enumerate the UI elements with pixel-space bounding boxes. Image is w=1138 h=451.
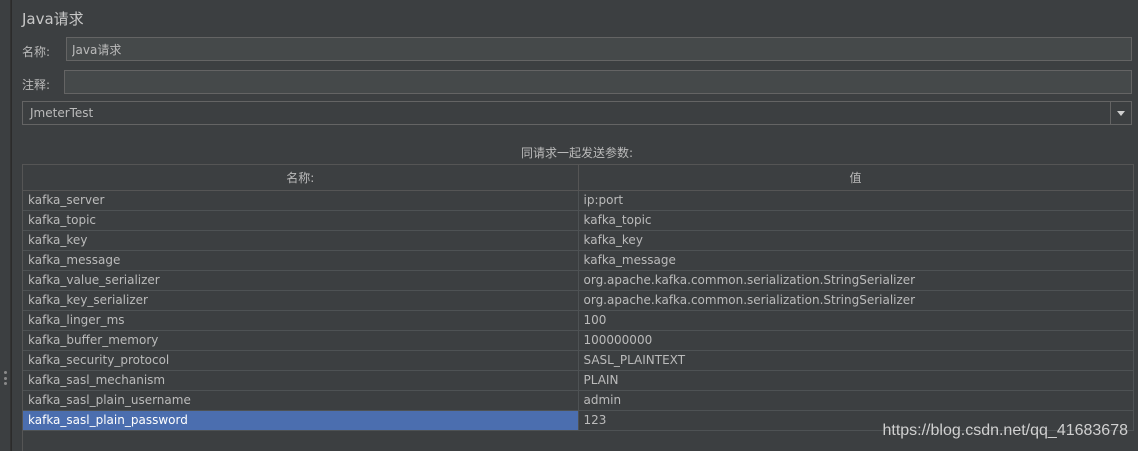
param-name-cell[interactable]: kafka_sasl_plain_password: [23, 410, 579, 431]
table-row[interactable]: kafka_topic kafka_topic: [23, 210, 1134, 231]
drag-handle-icon[interactable]: [4, 371, 7, 385]
param-name-cell[interactable]: kafka_message: [23, 250, 579, 271]
name-label: 名称:: [22, 45, 51, 59]
param-value-cell[interactable]: kafka_key: [578, 230, 1134, 251]
param-value-cell[interactable]: 100: [578, 310, 1134, 331]
param-name-cell[interactable]: kafka_buffer_memory: [23, 330, 579, 351]
table-row[interactable]: kafka_buffer_memory 100000000: [23, 330, 1134, 351]
param-value-cell[interactable]: SASL_PLAINTEXT: [578, 350, 1134, 371]
params-table-container: 名称: 值 kafka_server ip:port kafka_topic kafk…: [22, 164, 1134, 451]
table-row[interactable]: kafka_key kafka_key: [23, 230, 1134, 251]
params-table: 名称: 值 kafka_server ip:port kafka_topic kafk…: [23, 165, 1134, 431]
panel-title: Java请求: [22, 10, 84, 28]
param-name-cell[interactable]: kafka_sasl_mechanism: [23, 370, 579, 391]
table-row[interactable]: kafka_server ip:port: [23, 190, 1134, 211]
column-header-value[interactable]: 值: [578, 165, 1134, 191]
table-row[interactable]: kafka_message kafka_message: [23, 250, 1134, 271]
table-row[interactable]: kafka_sasl_mechanism PLAIN: [23, 370, 1134, 391]
param-name-cell[interactable]: kafka_linger_ms: [23, 310, 579, 331]
comment-input[interactable]: [64, 70, 1132, 94]
param-name-cell[interactable]: kafka_key_serializer: [23, 290, 579, 311]
table-row[interactable]: kafka_security_protocol SASL_PLAINTEXT: [23, 350, 1134, 371]
param-name-cell[interactable]: kafka_security_protocol: [23, 350, 579, 371]
table-row[interactable]: kafka_sasl_plain_username admin: [23, 390, 1134, 411]
param-value-cell[interactable]: org.apache.kafka.common.serialization.St…: [578, 270, 1134, 291]
chevron-down-icon: [1117, 110, 1125, 116]
param-value-cell[interactable]: kafka_topic: [578, 210, 1134, 231]
table-header-row: 名称: 值: [23, 165, 1134, 191]
splitter-edge: [10, 0, 11, 451]
param-value-cell[interactable]: kafka_message: [578, 250, 1134, 271]
param-value-cell[interactable]: ip:port: [578, 190, 1134, 211]
param-name-cell[interactable]: kafka_sasl_plain_username: [23, 390, 579, 411]
classname-select[interactable]: JmeterTest: [22, 101, 1132, 125]
name-input[interactable]: [66, 37, 1132, 61]
table-row[interactable]: kafka_linger_ms 100: [23, 310, 1134, 331]
param-name-cell[interactable]: kafka_server: [23, 190, 579, 211]
param-value-cell[interactable]: 100000000: [578, 330, 1134, 351]
column-header-name[interactable]: 名称:: [23, 165, 579, 191]
classname-select-value: JmeterTest: [30, 106, 94, 120]
table-row[interactable]: kafka_key_serializer org.apache.kafka.com…: [23, 290, 1134, 311]
dropdown-button[interactable]: [1110, 102, 1131, 124]
watermark: https://blog.csdn.net/qq_41683678: [882, 422, 1128, 439]
param-value-cell[interactable]: org.apache.kafka.common.serialization.St…: [578, 290, 1134, 311]
comment-label: 注释:: [22, 78, 51, 92]
param-name-cell[interactable]: kafka_value_serializer: [23, 270, 579, 291]
param-value-cell[interactable]: admin: [578, 390, 1134, 411]
param-name-cell[interactable]: kafka_key: [23, 230, 579, 251]
params-caption: 同请求一起发送参数:: [520, 146, 634, 160]
splitter-bar[interactable]: [0, 0, 12, 451]
param-value-cell[interactable]: PLAIN: [578, 370, 1134, 391]
java-request-panel: Java请求 名称: 注释: JmeterTest 同请求一起发送参数: 名称:…: [0, 0, 1138, 451]
table-row[interactable]: kafka_value_serializer org.apache.kafka.c…: [23, 270, 1134, 291]
param-name-cell[interactable]: kafka_topic: [23, 210, 579, 231]
